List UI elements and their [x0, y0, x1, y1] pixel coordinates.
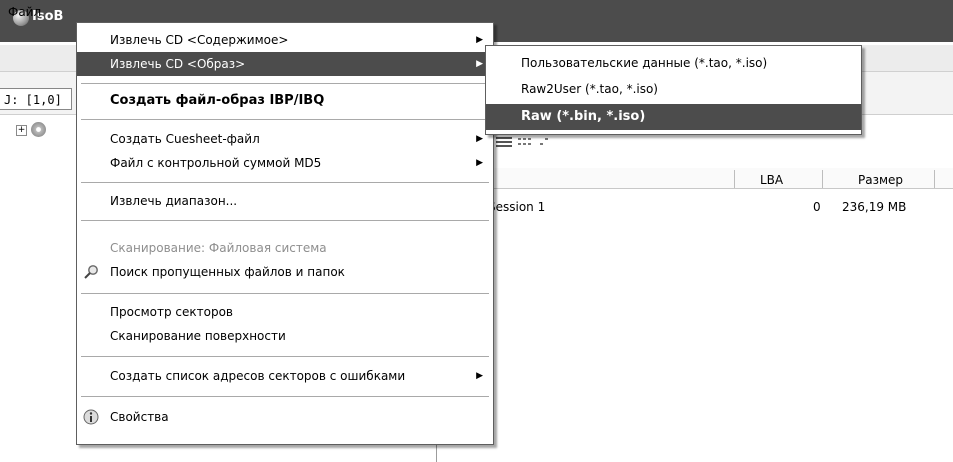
- submenu-item-raw[interactable]: Raw (*.bin, *.iso): [486, 104, 861, 130]
- submenu-arrow-icon: ▶: [476, 371, 483, 381]
- menu-item-extract-range[interactable]: Извлечь диапазон...: [77, 189, 493, 213]
- submenu: Пользовательские данные (*.tao, *.iso) R…: [485, 45, 862, 135]
- menu-item-extract-image[interactable]: Извлечь CD <Образ> ▶: [77, 52, 493, 76]
- menu-item-create-cuesheet[interactable]: Создать Cuesheet-файл ▶: [77, 127, 493, 151]
- menu-separator: [81, 182, 489, 183]
- drive-selector[interactable]: J: [1,0]: [0, 88, 72, 110]
- column-separator[interactable]: [822, 170, 823, 188]
- menu-item-md5-file[interactable]: Файл с контрольной суммой MD5 ▶: [77, 151, 493, 175]
- menu-item-label: Свойства: [110, 410, 169, 424]
- menu-item-label: Создать Cuesheet-файл: [110, 132, 260, 146]
- menu-item-surface-scan[interactable]: Сканирование поверхности: [77, 324, 493, 348]
- menu-item-properties[interactable]: Свойства: [77, 405, 493, 429]
- menu-separator: [81, 119, 489, 120]
- expand-icon[interactable]: +: [16, 125, 27, 136]
- list-view-icon[interactable]: [496, 137, 512, 147]
- menu-item-error-sector-list[interactable]: Создать список адресов секторов с ошибка…: [77, 364, 493, 388]
- menu-item-label: Извлечь CD <Образ>: [110, 57, 246, 71]
- column-separator[interactable]: [934, 170, 935, 188]
- menu-item-label: Извлечь CD <Содержимое>: [110, 33, 289, 47]
- column-header-size[interactable]: Размер: [858, 173, 903, 187]
- menu-item-extract-contents[interactable]: Извлечь CD <Содержимое> ▶: [77, 28, 493, 52]
- table-row-name[interactable]: Session 1: [488, 200, 545, 214]
- menu-item-label: Сканирование поверхности: [110, 329, 286, 343]
- icons-view-icon[interactable]: [540, 137, 550, 147]
- submenu-arrow-icon: ▶: [476, 158, 483, 168]
- submenu-item-user-data[interactable]: Пользовательские данные (*.tao, *.iso): [486, 51, 861, 75]
- menu-item-scan-filesystem: Сканирование: Файловая система: [77, 236, 493, 260]
- menu-item-label: Поиск пропущенных файлов и папок: [110, 265, 345, 279]
- submenu-item-label: Пользовательские данные (*.tao, *.iso): [521, 56, 768, 70]
- menu-item-search-missing[interactable]: Поиск пропущенных файлов и папок: [77, 260, 493, 284]
- menu-item-label: Создать список адресов секторов с ошибка…: [110, 369, 406, 383]
- submenu-arrow-icon: ▶: [476, 35, 483, 45]
- disc-icon: [31, 122, 46, 137]
- menu-separator: [81, 396, 489, 397]
- menu-separator: [81, 83, 489, 84]
- column-header-lba[interactable]: LBA: [760, 173, 783, 187]
- menu-separator: [81, 220, 489, 221]
- menu-item-label: Сканирование: Файловая система: [110, 241, 327, 255]
- submenu-arrow-icon: ▶: [476, 59, 483, 69]
- menu-item-view-sectors[interactable]: Просмотр секторов: [77, 300, 493, 324]
- view-toolbar: [488, 132, 953, 154]
- search-icon: [84, 265, 98, 279]
- menu-item-label: Файл с контрольной суммой MD5: [110, 156, 322, 170]
- submenu-arrow-icon: ▶: [476, 134, 483, 144]
- menu-separator: [81, 293, 489, 294]
- small-icons-view-icon[interactable]: [518, 137, 532, 147]
- menu-item-label: Просмотр секторов: [110, 305, 233, 319]
- menu-item-create-ibp-image[interactable]: Создать файл-образ IBP/IBQ: [77, 89, 493, 113]
- table-row-size: 236,19 MB: [842, 200, 907, 214]
- submenu-item-label: Raw (*.bin, *.iso): [521, 109, 646, 124]
- context-menu: Извлечь CD <Содержимое> ▶ Извлечь CD <Об…: [76, 22, 494, 445]
- menu-item-label: Создать файл-образ IBP/IBQ: [110, 93, 325, 108]
- menu-separator: [81, 356, 489, 357]
- submenu-item-raw2user[interactable]: Raw2User (*.tao, *.iso): [486, 77, 861, 101]
- info-icon: [83, 409, 99, 425]
- submenu-item-label: Raw2User (*.tao, *.iso): [521, 82, 658, 96]
- menu-file[interactable]: Файл: [8, 5, 41, 19]
- table-row-lba: 0: [813, 200, 821, 214]
- column-separator[interactable]: [734, 170, 735, 188]
- menu-item-label: Извлечь диапазон...: [110, 194, 238, 208]
